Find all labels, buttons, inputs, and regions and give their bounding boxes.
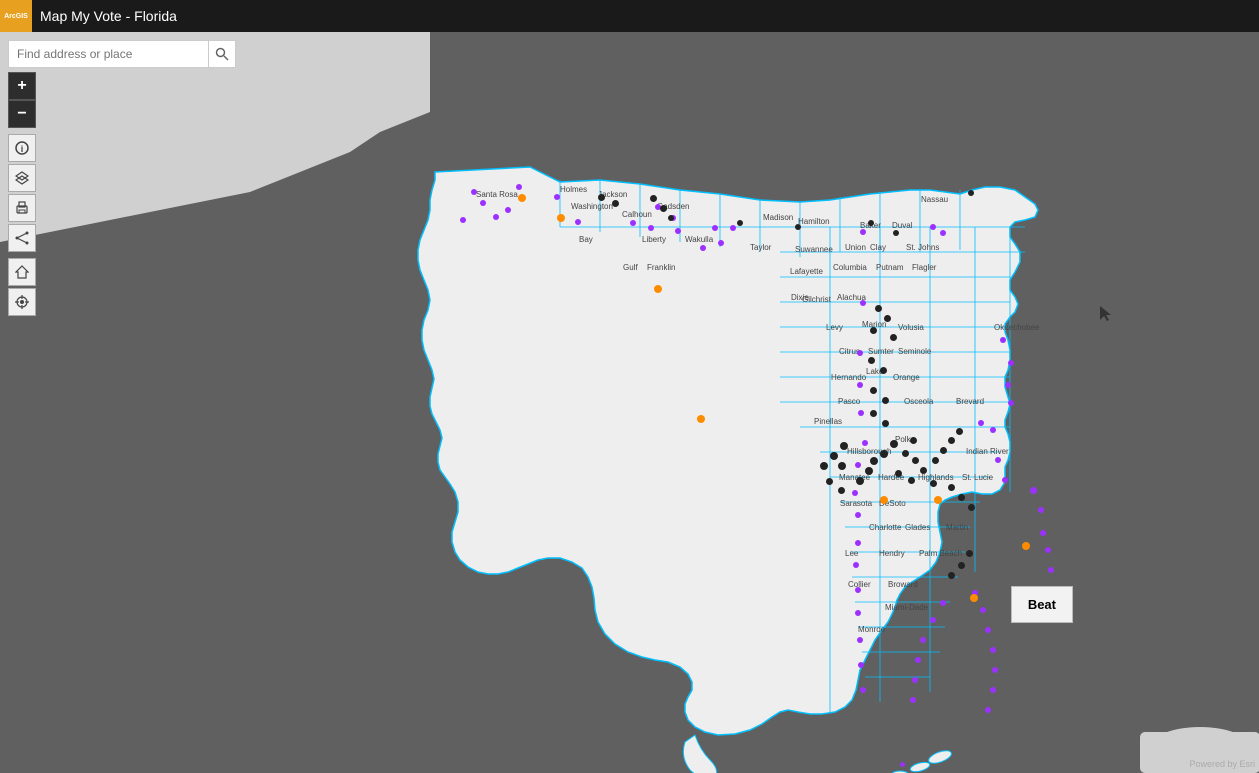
svg-text:Lake: Lake <box>866 367 884 376</box>
svg-text:Madison: Madison <box>763 213 793 222</box>
svg-text:Hamilton: Hamilton <box>798 217 830 226</box>
zoom-out-button[interactable]: − <box>8 100 36 128</box>
app-title: Map My Vote - Florida <box>40 8 177 24</box>
svg-text:Wakulla: Wakulla <box>685 235 714 244</box>
svg-text:Highlands: Highlands <box>918 473 954 482</box>
svg-text:Flagler: Flagler <box>912 263 937 272</box>
zoom-controls: + − <box>8 72 236 128</box>
svg-text:Monroe: Monroe <box>858 625 886 634</box>
app-icon: ArcGIS <box>0 0 32 32</box>
svg-text:Duval: Duval <box>892 221 913 230</box>
svg-text:Marion: Marion <box>862 320 886 329</box>
svg-text:Suwannee: Suwannee <box>795 245 833 254</box>
svg-text:DeSoto: DeSoto <box>879 499 906 508</box>
svg-text:Pasco: Pasco <box>838 397 861 406</box>
svg-text:Gulf: Gulf <box>623 263 638 272</box>
svg-text:Broward: Broward <box>888 580 918 589</box>
legend-box: Beat <box>1011 586 1073 623</box>
svg-text:Holmes: Holmes <box>560 185 587 194</box>
svg-text:Gilchrist: Gilchrist <box>802 295 832 304</box>
svg-text:Polk: Polk <box>895 435 912 444</box>
svg-text:Lee: Lee <box>845 549 859 558</box>
svg-text:Hillsborough: Hillsborough <box>847 447 891 456</box>
svg-text:Palm Beach: Palm Beach <box>919 549 962 558</box>
svg-text:Hernando: Hernando <box>831 373 867 382</box>
svg-text:St. Lucie: St. Lucie <box>962 473 994 482</box>
svg-text:Union: Union <box>845 243 866 252</box>
svg-text:Collier: Collier <box>848 580 871 589</box>
svg-text:Calhoun: Calhoun <box>622 210 652 219</box>
layers-button[interactable] <box>8 164 36 192</box>
svg-text:Charlotte: Charlotte <box>869 523 902 532</box>
share-icon <box>15 231 29 245</box>
svg-text:St. Johns: St. Johns <box>906 243 939 252</box>
search-button[interactable] <box>208 40 236 68</box>
svg-text:Nassau: Nassau <box>921 195 948 204</box>
svg-text:Osceola: Osceola <box>904 397 934 406</box>
gps-button[interactable] <box>8 288 36 316</box>
print-icon <box>15 201 29 215</box>
svg-text:Citrus: Citrus <box>839 347 860 356</box>
zoom-in-button[interactable]: + <box>8 72 36 100</box>
svg-text:Jackson: Jackson <box>598 190 627 199</box>
svg-text:Clay: Clay <box>870 243 886 252</box>
svg-text:Sumter: Sumter <box>868 347 894 356</box>
svg-text:Baker: Baker <box>860 221 881 230</box>
svg-text:Miami-Dade: Miami-Dade <box>885 603 929 612</box>
svg-text:Liberty: Liberty <box>642 235 666 244</box>
nav-buttons <box>8 258 236 316</box>
esri-attribution: Powered by Esri <box>1189 759 1255 769</box>
search-icon <box>215 47 229 61</box>
map-container[interactable]: Santa Rosa Holmes Jackson Washington Cal… <box>0 32 1259 773</box>
svg-text:Hendry: Hendry <box>879 549 905 558</box>
svg-text:Columbia: Columbia <box>833 263 867 272</box>
svg-text:Santa Rosa: Santa Rosa <box>476 190 518 199</box>
svg-text:Washington: Washington <box>571 202 613 211</box>
svg-text:Lafayette: Lafayette <box>790 267 823 276</box>
home-button[interactable] <box>8 258 36 286</box>
svg-text:i: i <box>21 144 24 154</box>
svg-text:Martin: Martin <box>946 523 968 532</box>
svg-text:Taylor: Taylor <box>750 243 772 252</box>
svg-text:Bay: Bay <box>579 235 593 244</box>
app-icon-label: ArcGIS <box>4 13 28 20</box>
layers-icon <box>15 171 29 185</box>
svg-text:Sarasota: Sarasota <box>840 499 873 508</box>
svg-text:Levy: Levy <box>826 323 843 332</box>
svg-text:Hardee: Hardee <box>878 473 905 482</box>
svg-text:Orange: Orange <box>893 373 920 382</box>
svg-text:Alachua: Alachua <box>837 293 866 302</box>
toolbar: + − i <box>8 40 236 316</box>
svg-text:Pinellas: Pinellas <box>814 417 842 426</box>
svg-text:Franklin: Franklin <box>647 263 675 272</box>
search-row <box>8 40 236 68</box>
svg-text:Putnam: Putnam <box>876 263 904 272</box>
svg-text:Gadsden: Gadsden <box>657 202 689 211</box>
svg-text:Okeechobee: Okeechobee <box>994 323 1040 332</box>
print-button[interactable] <box>8 194 36 222</box>
svg-text:Volusia: Volusia <box>898 323 924 332</box>
share-button[interactable] <box>8 224 36 252</box>
info-icon: i <box>15 141 29 155</box>
locate-icon <box>15 295 29 309</box>
svg-text:Seminole: Seminole <box>898 347 932 356</box>
search-input[interactable] <box>8 40 208 68</box>
svg-text:Glades: Glades <box>905 523 930 532</box>
svg-text:Indian River: Indian River <box>966 447 1009 456</box>
svg-text:Brevard: Brevard <box>956 397 984 406</box>
svg-text:Manatee: Manatee <box>839 473 871 482</box>
title-bar: ArcGIS Map My Vote - Florida <box>0 0 1259 32</box>
beat-label: Beat <box>1028 597 1056 612</box>
info-button[interactable]: i <box>8 134 36 162</box>
home-icon <box>15 265 29 279</box>
icon-toolbar: i <box>8 134 236 252</box>
